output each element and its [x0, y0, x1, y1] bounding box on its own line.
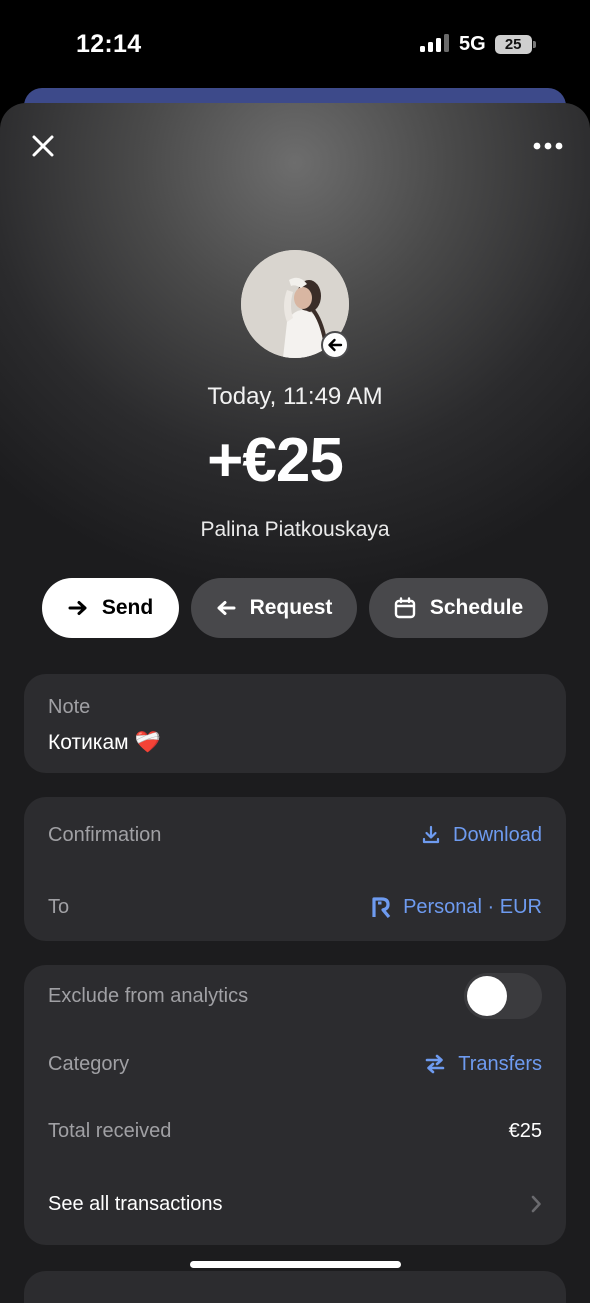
- total-received-label: Total received: [48, 1119, 172, 1142]
- battery-icon: 25: [494, 34, 536, 54]
- incoming-badge: [321, 331, 349, 359]
- arrow-right-icon: [68, 601, 87, 615]
- note-text: Котикам ❤️‍🩹: [48, 731, 161, 755]
- category-label: Category: [48, 1052, 130, 1075]
- signal-icon: [420, 34, 450, 54]
- note-label: Note: [48, 696, 91, 718]
- chevron-right-icon: [531, 1195, 541, 1213]
- transaction-amount: +€25: [207, 426, 344, 495]
- schedule-button[interactable]: Schedule: [369, 578, 548, 638]
- note-message: Котикам: [48, 731, 129, 754]
- download-label: Download: [453, 823, 542, 846]
- home-indicator[interactable]: [190, 1261, 401, 1268]
- arrow-left-icon: [328, 338, 343, 352]
- close-button[interactable]: [22, 125, 64, 167]
- status-time: 12:14: [76, 30, 142, 58]
- download-icon: [422, 825, 440, 844]
- revolut-logo-icon: [372, 897, 391, 918]
- status-indicators: 5G 25: [420, 31, 536, 57]
- transfer-arrows-icon: [425, 1054, 445, 1074]
- request-button[interactable]: Request: [191, 578, 357, 638]
- category-value: Transfers: [458, 1052, 542, 1075]
- send-label: Send: [101, 596, 154, 619]
- details-card: Confirmation Download To Personal · EUR: [24, 797, 566, 941]
- see-all-transactions-row[interactable]: See all transactions: [48, 1190, 542, 1218]
- analytics-card: Exclude from analytics Category Transfer…: [24, 965, 566, 1245]
- see-all-transactions-label: See all transactions: [48, 1192, 223, 1215]
- request-label: Request: [249, 596, 333, 619]
- to-account-value: Personal · EUR: [403, 895, 542, 918]
- exclude-analytics-toggle[interactable]: [464, 973, 542, 1019]
- note-card[interactable]: Note Котикам ❤️‍🩹: [24, 674, 566, 773]
- category-row: Category Transfers: [48, 1050, 542, 1078]
- counterparty-name: Palina Piatkouskaya: [200, 518, 390, 541]
- transaction-sheet: Today, 11:49 AM +€25 Palina Piatkouskaya…: [0, 103, 590, 1303]
- transaction-date: Today, 11:49 AM: [207, 383, 383, 410]
- download-link[interactable]: Download: [421, 824, 542, 847]
- category-link[interactable]: Transfers: [424, 1053, 542, 1076]
- network-label: 5G: [459, 32, 486, 55]
- send-button[interactable]: Send: [42, 578, 179, 638]
- exclude-analytics-label: Exclude from analytics: [48, 984, 249, 1007]
- confirmation-row: Confirmation Download: [48, 821, 542, 849]
- exclude-analytics-row: Exclude from analytics: [48, 973, 542, 1019]
- confirmation-label: Confirmation: [48, 823, 162, 846]
- total-received-value: €25: [508, 1119, 542, 1142]
- arrow-left-icon: [217, 601, 236, 615]
- status-bar: 12:14 5G 25: [0, 0, 590, 90]
- to-label: To: [48, 895, 70, 918]
- to-row: To Personal · EUR: [48, 893, 542, 921]
- next-card: [24, 1271, 566, 1303]
- to-account-link[interactable]: Personal · EUR: [371, 896, 542, 919]
- calendar-icon: [394, 597, 416, 619]
- toggle-knob: [467, 976, 507, 1016]
- more-button[interactable]: [526, 125, 570, 167]
- close-icon: [32, 135, 54, 157]
- total-received-row: Total received €25: [48, 1117, 542, 1145]
- more-horizontal-icon: [533, 142, 563, 150]
- schedule-label: Schedule: [429, 596, 524, 619]
- mending-heart-icon: ❤️‍🩹: [134, 731, 161, 754]
